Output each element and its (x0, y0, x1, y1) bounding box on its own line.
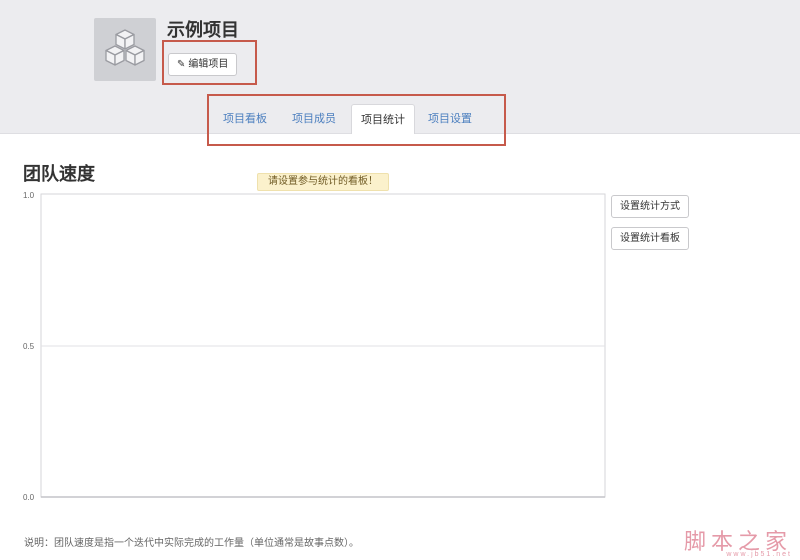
watermark-url: www.jb51.net (726, 551, 792, 558)
footnote-text: 说明：团队速度是指一个迭代中实际完成的工作量（单位通常是故事点数）。 (24, 538, 359, 549)
edit-highlight-box (162, 40, 257, 85)
notice-banner: 请设置参与统计的看板！ (257, 173, 389, 191)
watermark: 脚本之家 www.jb51.net (664, 524, 798, 558)
project-title: 示例项目 (167, 20, 239, 40)
set-statistics-board-button[interactable]: 设置统计看板 (611, 227, 689, 250)
section-title: 团队速度 (23, 164, 95, 184)
project-logo (94, 18, 156, 81)
velocity-chart (40, 193, 606, 498)
set-statistics-method-button[interactable]: 设置统计方式 (611, 195, 689, 218)
y-tick-label: 0.5 (23, 342, 35, 351)
tabs-highlight-box (207, 94, 506, 146)
y-tick-label: 1.0 (23, 191, 35, 200)
y-tick-label: 0.0 (23, 493, 35, 502)
cubes-icon (105, 29, 145, 66)
